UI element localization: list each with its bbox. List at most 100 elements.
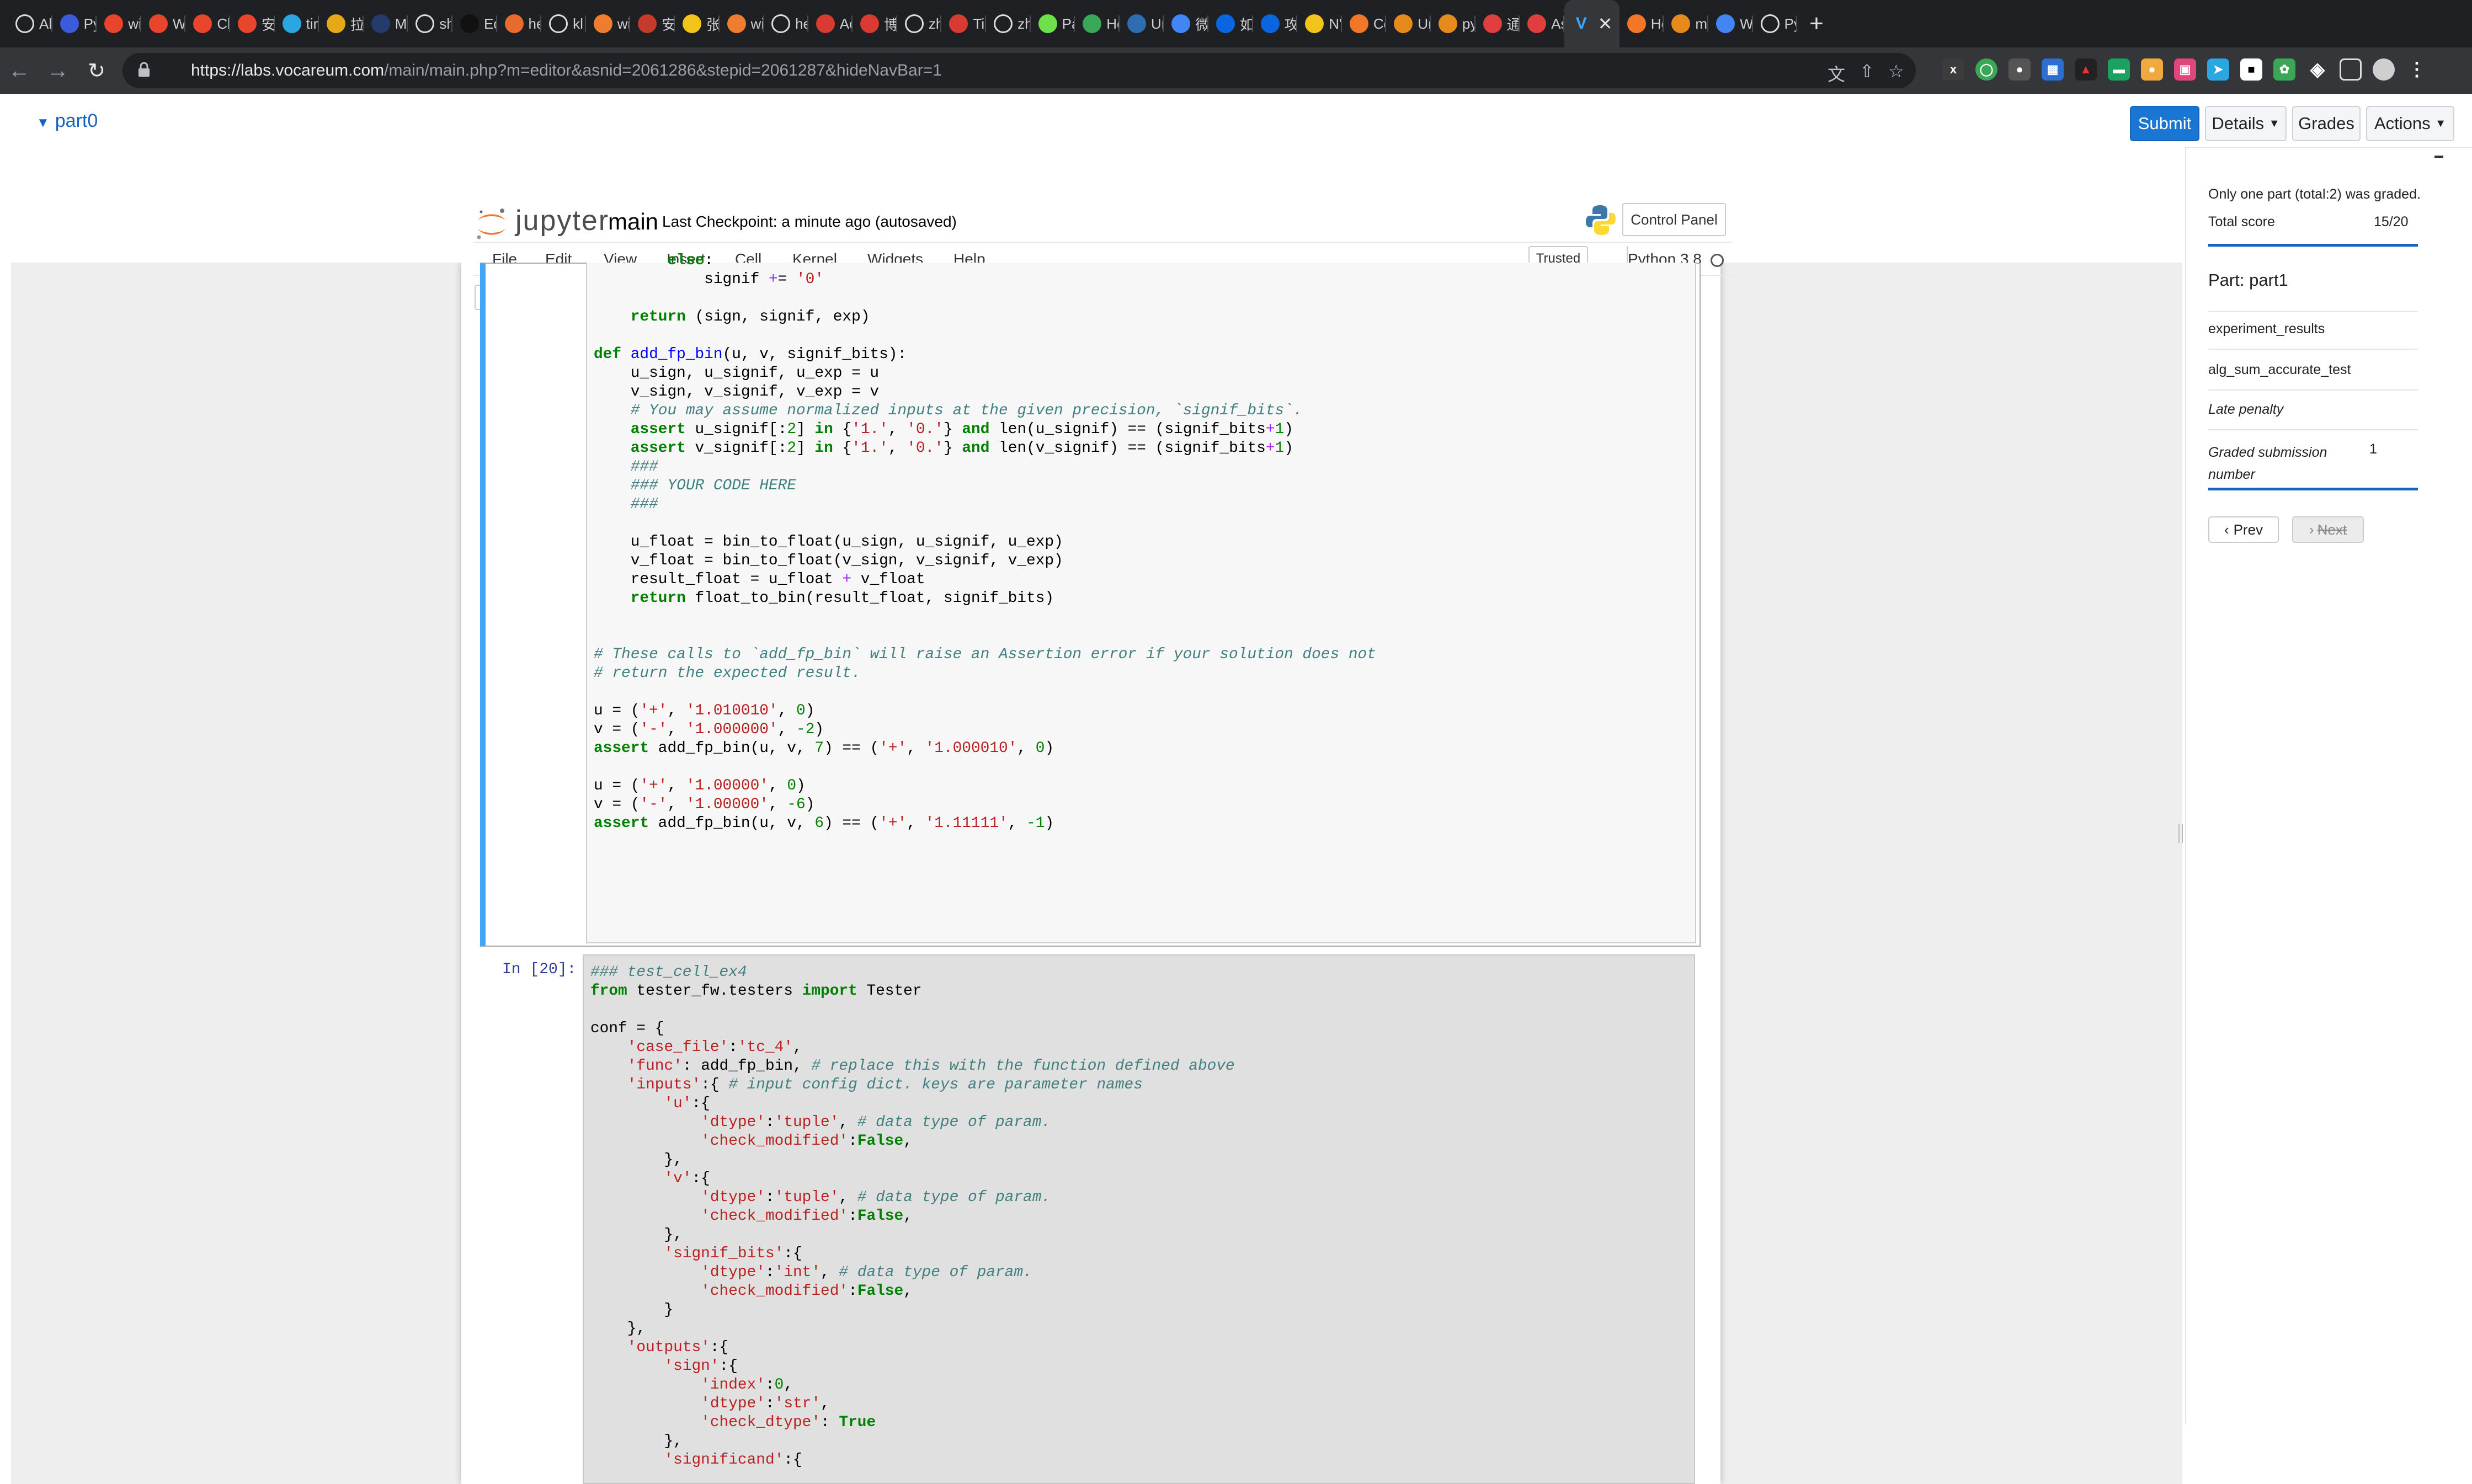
extension-green-icon[interactable]: ◯ [1975,58,1997,81]
browser-tab[interactable]: zh [897,0,941,47]
jupyter-icon [1627,14,1646,33]
browser-tab[interactable]: Al [8,0,52,47]
browser-tab[interactable]: 微 [1164,0,1208,47]
reload-icon[interactable]: ↻ [77,58,116,83]
code-cell[interactable]: else: signif += '0' return (sign, signif… [480,252,1701,947]
grades-button[interactable]: Grades [2292,106,2361,141]
browser-tab[interactable]: 安 [230,0,275,47]
browser-tab[interactable]: W [141,0,185,47]
prev-label: Prev [2233,521,2263,538]
extension-x-icon[interactable]: x [1942,58,1964,81]
extension-mask-icon[interactable]: ■ [2240,58,2262,81]
browser-tab[interactable]: sh [408,0,452,47]
browser-tab[interactable]: Cc [1342,0,1386,47]
browser-tab[interactable]: m [1664,0,1708,47]
browser-tab[interactable]: he [764,0,808,47]
bookmark-star-icon[interactable]: ☆ [1888,61,1904,82]
extension-hat-icon[interactable]: ▲ [2075,58,2097,81]
browser-tab[interactable]: he [497,0,541,47]
details-button[interactable]: Details ▼ [2205,106,2287,141]
notebook-name[interactable]: main [608,209,658,235]
grade-row-label: experiment_results [2208,321,2325,337]
extensions-puzzle-icon[interactable]: ◈ [2306,58,2329,81]
browser-tab[interactable]: tir [275,0,319,47]
browser-tab[interactable]: As [1520,0,1564,47]
cell-prompt: In [20]: [502,961,577,978]
code-text[interactable]: else: signif += '0' return (sign, signif… [594,252,1376,833]
browser-tab[interactable]: Cl [185,0,230,47]
browser-tab-label: 安 [261,16,275,33]
browser-tab[interactable]: Ec [452,0,497,47]
prev-button[interactable]: ‹ Prev [2208,516,2279,543]
extension-pink-icon[interactable]: ▣ [2174,58,2196,81]
extension-leaf-icon[interactable]: ✿ [2273,58,2295,81]
github-icon [15,14,34,33]
browser-tab[interactable]: Py [52,0,97,47]
browser-tab-label: tir [306,15,318,32]
jupyter-brand[interactable]: jupyter [515,204,609,237]
zhihu-icon [1260,14,1280,33]
browser-tab[interactable]: Py [1753,0,1797,47]
share-icon[interactable]: ⇧ [1860,61,1874,82]
browser-tab[interactable]: py [1431,0,1475,47]
browser-tab[interactable]: 通 [1475,0,1520,47]
collapse-icon[interactable] [2434,156,2443,158]
nb-icon [1127,14,1146,33]
address-bar[interactable]: https://labs.vocareum.com/main/main.php?… [122,53,1916,88]
browser-tab[interactable]: 安 [630,0,675,47]
side-panel-icon[interactable] [2340,58,2362,81]
forward-icon[interactable]: → [39,58,77,83]
browser-tab[interactable]: 如 [1208,0,1253,47]
browser-tab[interactable]: zh [986,0,1031,47]
browser-tab[interactable]: Ur [1386,0,1431,47]
book-icon [1439,14,1457,33]
grid-icon [327,14,346,33]
new-tab-icon[interactable]: + [1809,12,1824,36]
browser-tab-label: 通 [1506,16,1520,33]
actions-button[interactable]: Actions ▼ [2366,106,2454,141]
browser-tab[interactable]: 拉 [319,0,364,47]
browser-tab[interactable]: Pa [1031,0,1075,47]
extension-frog-icon[interactable]: ● [2141,58,2163,81]
control-panel-button[interactable]: Control Panel [1622,203,1726,236]
browser-tab[interactable]: V ✕ [1564,0,1619,47]
extension-chat-icon[interactable]: ▬ [2108,58,2130,81]
chevron-left-icon: ‹ [2224,521,2229,538]
browser-tab-strip: Al Py wi W Cl 安 tir 拉 Msh Ec he kl wi 安 张 wi he Ac 博 zh Ti zh… [0,0,2472,47]
browser-tab[interactable]: kl [541,0,586,47]
browser-tab[interactable]: Ti [941,0,986,47]
browser-tab[interactable]: W [1708,0,1753,47]
browser-tab[interactable]: Ac [808,0,853,47]
browser-tab[interactable]: Hc [1075,0,1120,47]
part-selector[interactable]: ▼ part0 [36,110,98,132]
browser-tab[interactable]: M [364,0,408,47]
translate-icon[interactable]: 文 [1828,61,1845,86]
browser-menu-icon[interactable]: ⋮ [2406,58,2428,81]
code-text[interactable]: ### test_cell_ex4 from tester_fw.testers… [590,963,1235,1470]
next-button[interactable]: › Next [2292,516,2364,543]
code-editor[interactable]: ### test_cell_ex4 from tester_fw.testers… [583,954,1695,1484]
submit-button[interactable]: Submit [2130,106,2199,141]
browser-tab[interactable]: Hc [1619,0,1664,47]
panel-resize-handle[interactable] [2178,824,2183,843]
total-score-label: Total score [2208,214,2275,229]
extension-grid-icon[interactable]: ▦ [2042,58,2064,81]
browser-tab-label: wi [750,15,764,32]
back-icon[interactable]: ← [0,58,39,83]
profile-avatar[interactable] [2373,58,2395,81]
browser-tab[interactable]: Ur [1120,0,1164,47]
code-cell[interactable]: In [20]: ### test_cell_ex4 from tester_f… [480,954,1701,1484]
browser-tab[interactable]: wi [97,0,141,47]
close-tab-icon[interactable]: ✕ [1598,13,1613,34]
browser-tab[interactable]: 张 [675,0,720,47]
browser-tab[interactable]: 博 [853,0,897,47]
extension-bird-icon[interactable]: ➤ [2207,58,2229,81]
browser-tab[interactable]: N' [1297,0,1342,47]
browser-tab[interactable]: wi [720,0,764,47]
browser-tab[interactable]: wi [586,0,630,47]
code-editor[interactable]: else: signif += '0' return (sign, signif… [586,252,1696,943]
browser-tab[interactable]: 攻 [1253,0,1298,47]
caret-down-icon: ▼ [36,115,50,130]
browser-tab-label: 攻 [1284,16,1298,33]
extension-camera-icon[interactable]: ● [2009,58,2031,81]
